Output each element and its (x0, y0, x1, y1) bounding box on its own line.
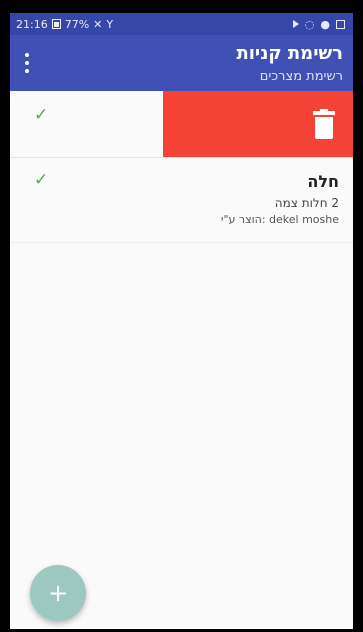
page-title: רשימת קניות (236, 43, 343, 64)
check-icon[interactable]: ✓ (34, 170, 48, 190)
list-item-swiped[interactable]: ✓ (10, 91, 353, 158)
menu-dot-icon (25, 61, 29, 65)
page-subtitle: רשימת מצרכים (259, 69, 343, 84)
item-quantity: 2 חלות צמה (274, 196, 339, 210)
play-store-icon (292, 20, 299, 28)
app-bar: רשימת קניות רשימת מצרכים (10, 35, 353, 91)
swipe-delete-area[interactable] (163, 91, 353, 157)
menu-dot-icon (25, 53, 29, 57)
status-time: 21:16 (16, 17, 48, 31)
status-left: 21:16 77% ✕ Y (16, 18, 113, 31)
battery-icon (51, 19, 61, 29)
status-bar: 21:16 77% ✕ Y ◌ ● (10, 13, 353, 35)
shopping-list: ✓ ✓ חלה 2 חלות צמה הוצר ע"י: dekel moshe (10, 91, 353, 243)
antenna-icon: Y (106, 17, 114, 31)
airplane-icon: ✕ (93, 17, 103, 31)
add-item-button[interactable]: + (30, 565, 86, 621)
image-icon (336, 19, 345, 29)
app-screen: 21:16 77% ✕ Y ◌ ● רשימת קניות רשימת מצרכ… (10, 13, 353, 629)
trash-icon[interactable] (313, 109, 335, 139)
location-icon: ● (320, 17, 330, 31)
battery-level: 77% (64, 17, 90, 31)
menu-dot-icon (25, 69, 29, 73)
item-added-by: הוצר ע"י: dekel moshe (221, 213, 339, 226)
sync-icon: ◌ (304, 17, 315, 31)
item-title: חלה (307, 172, 339, 191)
device-frame: 21:16 77% ✕ Y ◌ ● רשימת קניות רשימת מצרכ… (0, 0, 363, 632)
status-right: ◌ ● (292, 17, 345, 31)
check-icon[interactable]: ✓ (34, 105, 48, 125)
overflow-menu-button[interactable] (24, 53, 30, 73)
list-item[interactable]: ✓ חלה 2 חלות צמה הוצר ע"י: dekel moshe (10, 158, 353, 243)
